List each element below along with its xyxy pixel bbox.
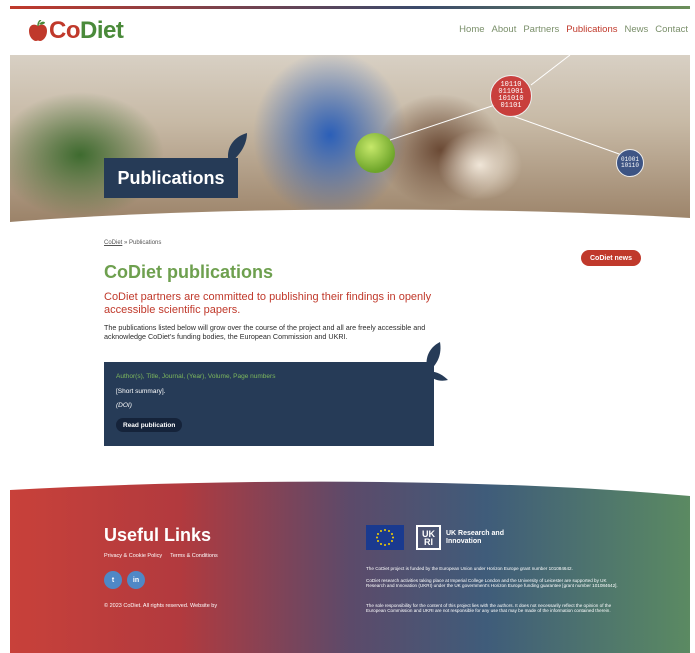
hero-title: Publications xyxy=(117,167,225,188)
site-footer: Useful Links Privacy & Cookie Policy Ter… xyxy=(10,476,690,653)
copyright-text: © 2023 CoDiet. All rights reserved. Webs… xyxy=(104,603,218,609)
social-links: t in xyxy=(104,571,145,589)
codiet-news-button[interactable]: CoDiet news xyxy=(581,250,641,266)
nav-home[interactable]: Home xyxy=(459,24,484,35)
eu-flag-icon xyxy=(366,525,404,550)
intro-paragraph: The publications listed below will grow … xyxy=(104,323,426,341)
hero-banner: 10110 011001 101010 01101 01001 10110 Pu… xyxy=(10,55,690,225)
funding-statement-ukri: CoDiet research activities taking place … xyxy=(366,578,618,589)
binary-data-badge-small: 01001 10110 xyxy=(616,149,644,177)
page-title: CoDiet publications xyxy=(104,262,274,282)
main-nav: Home About Partners Publications News Co… xyxy=(459,24,688,35)
footer-links: Privacy & Cookie Policy Terms & Conditio… xyxy=(104,553,218,559)
binary-data-badge: 10110 011001 101010 01101 xyxy=(490,75,532,117)
ukri-logo: UK RI UK Research and Innovation xyxy=(416,525,508,550)
nav-partners[interactable]: Partners xyxy=(523,24,559,35)
breadcrumb-separator: » xyxy=(124,240,128,246)
disclaimer-statement: The sole responsibility for the content … xyxy=(366,603,612,614)
twitter-icon[interactable]: t xyxy=(104,571,122,589)
privacy-policy-link[interactable]: Privacy & Cookie Policy xyxy=(104,553,162,559)
footer-gradient xyxy=(10,476,690,653)
useful-links-title: Useful Links xyxy=(104,525,212,545)
hero-wave-divider xyxy=(10,209,690,225)
publication-citation: Author(s), Title, Journal, (Year), Volum… xyxy=(116,373,276,380)
read-publication-button[interactable]: Read publication xyxy=(116,418,183,432)
linkedin-icon[interactable]: in xyxy=(127,571,145,589)
apple-logo-icon xyxy=(29,20,47,41)
publication-card: Author(s), Title, Journal, (Year), Volum… xyxy=(104,362,434,446)
data-connector-lines xyxy=(389,55,623,156)
ukri-mark-icon: UK RI xyxy=(416,525,441,550)
nav-about[interactable]: About xyxy=(492,24,517,35)
ukri-name: UK Research and Innovation xyxy=(446,529,504,545)
breadcrumb-home-link[interactable]: CoDiet xyxy=(104,240,122,246)
breadcrumb-current: Publications xyxy=(129,240,162,246)
logo-wordmark: CoDiet xyxy=(49,17,124,44)
hero-title-box: Publications xyxy=(104,158,238,198)
funding-statement-eu: The CoDiet project is funded by the Euro… xyxy=(366,566,573,571)
terms-conditions-link[interactable]: Terms & Conditions xyxy=(170,553,218,559)
breadcrumb: CoDiet » Publications xyxy=(104,240,161,246)
publication-doi: (DOI) xyxy=(116,402,132,409)
site-header: CoDiet Home About Partners Publications … xyxy=(10,9,690,55)
footer-wave-divider xyxy=(10,476,690,496)
codiet-logo[interactable]: CoDiet xyxy=(28,17,124,45)
publication-summary: [Short summary]. xyxy=(116,388,166,395)
nav-news[interactable]: News xyxy=(624,24,648,35)
lead-paragraph: CoDiet partners are committed to publish… xyxy=(104,291,432,316)
nav-contact[interactable]: Contact xyxy=(655,24,688,35)
nav-publications[interactable]: Publications xyxy=(566,24,617,35)
